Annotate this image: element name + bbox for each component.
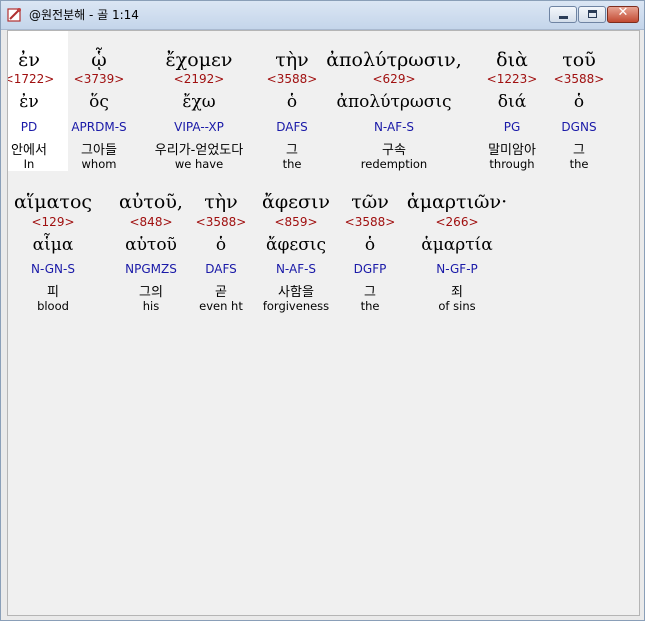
strong-number[interactable]: <2192> bbox=[174, 72, 225, 86]
korean-gloss: 구속 bbox=[382, 143, 406, 158]
english-gloss: whom bbox=[81, 157, 117, 171]
strong-number[interactable]: <3588> bbox=[196, 215, 247, 229]
morphology-code: PD bbox=[20, 120, 38, 134]
morphology-code: DGNS bbox=[561, 120, 597, 134]
english-gloss: through bbox=[489, 157, 535, 171]
korean-gloss: 그 bbox=[286, 143, 298, 158]
english-gloss: In bbox=[23, 157, 35, 171]
greek-word: αὐτοῦ, bbox=[119, 191, 183, 213]
maximize-button[interactable] bbox=[578, 6, 606, 23]
morphology-code: N-GN-S bbox=[31, 262, 75, 276]
greek-word: ἄφεσιν bbox=[262, 191, 330, 213]
english-gloss: of sins bbox=[438, 299, 476, 313]
morphology-code: DAFS bbox=[205, 262, 237, 276]
greek-word: ᾧ bbox=[91, 49, 107, 71]
strong-number[interactable]: <129> bbox=[31, 215, 74, 229]
lemma-word: ὅς bbox=[89, 92, 109, 112]
strong-number[interactable]: <1722> bbox=[8, 72, 54, 86]
strong-number[interactable]: <3588> bbox=[267, 72, 318, 86]
interlinear-view[interactable]: ἐν <1722> ἐν PD 안에서 In ᾧ <3739> ὅς APRDM-S 그아들 whom… bbox=[7, 30, 640, 616]
english-gloss: the bbox=[282, 157, 302, 171]
maximize-icon bbox=[588, 10, 597, 18]
lemma-word: διά bbox=[497, 92, 527, 112]
korean-gloss: 피 bbox=[47, 285, 59, 300]
korean-gloss: 그 bbox=[364, 285, 376, 300]
morphology-code: N-GF-P bbox=[436, 262, 478, 276]
korean-gloss: 안에서 bbox=[11, 143, 47, 158]
morphology-code: N-AF-S bbox=[373, 120, 415, 134]
morphology-code: VIPA--XP bbox=[174, 120, 224, 134]
lemma-word: ἐν bbox=[19, 92, 39, 112]
morphology-code: NPGMZS bbox=[125, 262, 177, 276]
title-bar[interactable]: @원전분해 - 골 1:14 ✕ bbox=[1, 1, 644, 30]
greek-word: τῶν bbox=[351, 191, 389, 213]
morphology-code: DAFS bbox=[276, 120, 308, 134]
close-icon: ✕ bbox=[617, 5, 629, 20]
greek-word: τὴν bbox=[275, 49, 309, 71]
strong-number[interactable]: <1223> bbox=[487, 72, 538, 86]
greek-word: τοῦ bbox=[562, 49, 596, 71]
greek-word: αἵματος bbox=[13, 191, 93, 213]
morphology-code: N-AF-S bbox=[275, 262, 317, 276]
strong-number[interactable]: <859> bbox=[274, 215, 317, 229]
english-gloss: the bbox=[569, 157, 589, 171]
strong-number[interactable]: <629> bbox=[372, 72, 415, 86]
lemma-word: ἁμαρτία bbox=[421, 235, 493, 255]
greek-word: διὰ bbox=[496, 49, 528, 71]
greek-word: ἐν bbox=[18, 49, 40, 71]
morphology-code: APRDM-S bbox=[71, 120, 127, 134]
korean-gloss: 우리가-얻었도다 bbox=[154, 143, 244, 158]
english-gloss: forgiveness bbox=[262, 299, 330, 313]
lemma-word: αἷμα bbox=[32, 235, 74, 255]
lemma-word: ἄφεσις bbox=[266, 235, 326, 255]
minimize-icon bbox=[559, 16, 568, 19]
lemma-word: ὁ bbox=[215, 235, 227, 255]
korean-gloss: 그의 bbox=[139, 285, 163, 300]
english-gloss: even ht bbox=[199, 299, 243, 313]
lemma-word: ὁ bbox=[573, 92, 585, 112]
korean-gloss: 그아들 bbox=[81, 143, 117, 158]
english-gloss: redemption bbox=[360, 157, 428, 171]
korean-gloss: 그 bbox=[573, 143, 585, 158]
lemma-word: ἔχω bbox=[182, 92, 216, 112]
strong-number[interactable]: <3588> bbox=[345, 215, 396, 229]
app-icon bbox=[7, 8, 21, 22]
lemma-word: ὁ bbox=[364, 235, 376, 255]
korean-gloss: 말미암아 bbox=[488, 143, 536, 158]
english-gloss: the bbox=[360, 299, 380, 313]
greek-word: ἔχομεν bbox=[165, 49, 233, 71]
app-window: @원전분해 - 골 1:14 ✕ ἐν <1722> ἐν PD 안에서 In ᾧ <3739… bbox=[0, 0, 645, 621]
morphology-code: DGFP bbox=[353, 262, 387, 276]
lemma-word: ὁ bbox=[286, 92, 298, 112]
greek-word: ἀπολύτρωσιν, bbox=[326, 49, 462, 71]
close-button[interactable]: ✕ bbox=[607, 5, 639, 23]
window-title: @원전분해 - 골 1:14 bbox=[29, 8, 139, 22]
strong-number[interactable]: <3739> bbox=[74, 72, 125, 86]
english-gloss: blood bbox=[37, 299, 69, 313]
lemma-word: αὑτοῦ bbox=[125, 235, 177, 255]
greek-word: ἁμαρτιῶν· bbox=[406, 191, 508, 213]
greek-word: τὴν bbox=[204, 191, 238, 213]
strong-number[interactable]: <3588> bbox=[554, 72, 605, 86]
lemma-word: ἀπολύτρωσις bbox=[336, 92, 452, 112]
morphology-code: PG bbox=[503, 120, 521, 134]
korean-gloss: 곧 bbox=[215, 285, 227, 300]
english-gloss: we have bbox=[174, 157, 224, 171]
korean-gloss: 사함을 bbox=[278, 285, 314, 300]
strong-number[interactable]: <848> bbox=[129, 215, 172, 229]
minimize-button[interactable] bbox=[549, 6, 577, 23]
english-gloss: his bbox=[142, 299, 160, 313]
strong-number[interactable]: <266> bbox=[435, 215, 478, 229]
korean-gloss: 죄 bbox=[451, 285, 463, 300]
